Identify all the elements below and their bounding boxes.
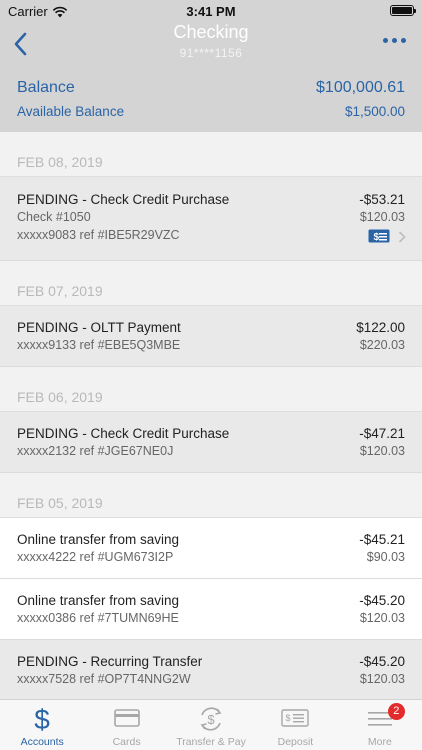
tab-accounts[interactable]: $ Accounts: [0, 700, 84, 750]
svg-text:$: $: [207, 712, 215, 727]
transaction-row[interactable]: Online transfer from saving xxxxx4222 re…: [0, 518, 422, 579]
status-time: 3:41 PM: [186, 4, 236, 19]
transaction-balance: $90.03: [366, 550, 405, 564]
balance-row: Balance $100,000.61: [17, 79, 405, 97]
tab-label: Accounts: [20, 736, 64, 748]
tab-more[interactable]: 2 More: [338, 700, 422, 750]
transaction-name: PENDING - Check Credit Purchase: [17, 192, 230, 207]
chevron-right-icon: [398, 231, 406, 243]
available-balance-value: $1,500.00: [344, 104, 405, 119]
svg-text:$: $: [34, 704, 50, 734]
card-icon: [113, 709, 140, 727]
transaction-ref: xxxxx2132 ref #JGE67NE0J: [17, 444, 174, 458]
transaction-amount: -$47.21: [359, 426, 405, 441]
date-header: FEB 07, 2019: [0, 261, 422, 306]
available-balance-label: Available Balance: [17, 104, 125, 119]
transaction-name: Online transfer from saving: [17, 593, 180, 608]
transaction-name: PENDING - Recurring Transfer: [17, 654, 203, 669]
check-deposit-icon: $: [281, 709, 310, 727]
page-title: Checking: [173, 22, 249, 42]
transaction-balance: $120.03: [359, 672, 405, 686]
transaction-balance: $220.03: [359, 338, 405, 352]
transaction-amount: -$45.20: [359, 593, 405, 608]
tab-deposit[interactable]: $ Deposit: [253, 700, 337, 750]
svg-text:$: $: [286, 713, 291, 723]
notification-badge: 2: [387, 703, 405, 720]
tab-cards[interactable]: Cards: [84, 700, 168, 750]
transaction-ref: xxxxx4222 ref #UGM673I2P: [17, 550, 174, 564]
transaction-row[interactable]: Online transfer from saving xxxxx0386 re…: [0, 579, 422, 640]
transaction-amount: $122.00: [356, 320, 405, 335]
transaction-list[interactable]: FEB 08, 2019 PENDING - Check Credit Purc…: [0, 132, 422, 699]
transaction-balance: $120.03: [359, 611, 405, 625]
transaction-name: PENDING - OLTT Payment: [17, 320, 181, 335]
account-number: 91****1156: [179, 46, 243, 60]
tab-label: More: [367, 736, 392, 748]
transaction-amount: -$45.21: [359, 532, 405, 547]
transaction-balance: $120.03: [359, 210, 405, 224]
battery-icon: [390, 5, 416, 16]
transaction-balance: $120.03: [359, 444, 405, 458]
date-header: FEB 05, 2019: [0, 473, 422, 518]
transaction-ref: xxxxx7528 ref #OP7T4NNG2W: [17, 672, 191, 686]
transfer-icon: $: [200, 707, 222, 731]
header: Carrier 3:41 PM Checking 91****1156 Bala…: [0, 0, 422, 132]
tab-label: Transfer & Pay: [176, 736, 246, 748]
tab-label: Cards: [112, 736, 141, 748]
tab-transfer-pay[interactable]: $ Transfer & Pay: [169, 700, 253, 750]
transaction-amount: -$45.20: [359, 654, 405, 669]
transaction-ref: xxxxx9133 ref #EBE5Q3MBE: [17, 338, 181, 352]
tab-bar: $ Accounts Cards $ Transfer & Pay $ Depo…: [0, 699, 422, 750]
transaction-name: Online transfer from saving: [17, 532, 180, 547]
nav-bar: Checking 91****1156: [0, 22, 422, 70]
tab-label: Deposit: [277, 736, 314, 748]
check-image-icon[interactable]: $: [368, 229, 390, 243]
balance-label: Balance: [17, 79, 75, 96]
transaction-ref: xxxxx0386 ref #7TUMN69HE: [17, 611, 179, 625]
transaction-row[interactable]: PENDING - Check Credit Purchase xxxxx213…: [0, 412, 422, 473]
transaction-check-number: Check #1050: [17, 210, 91, 224]
svg-text:$: $: [374, 232, 380, 243]
transaction-ref: xxxxx9083 ref #IBE5R29VZC: [17, 228, 180, 242]
transaction-row[interactable]: PENDING - Recurring Transfer xxxxx7528 r…: [0, 640, 422, 699]
available-balance-row: Available Balance $1,500.00: [17, 104, 405, 119]
transaction-row[interactable]: PENDING - OLTT Payment xxxxx9133 ref #EB…: [0, 306, 422, 367]
more-options-icon[interactable]: [383, 38, 406, 43]
date-header: FEB 08, 2019: [0, 132, 422, 177]
transaction-amount: -$53.21: [359, 192, 405, 207]
date-header: FEB 06, 2019: [0, 367, 422, 412]
status-bar: Carrier 3:41 PM: [0, 0, 422, 22]
balance-value: $100,000.61: [316, 79, 405, 96]
dollar-icon: $: [34, 704, 50, 734]
transaction-name: PENDING - Check Credit Purchase: [17, 426, 230, 441]
transaction-row[interactable]: PENDING - Check Credit Purchase Check #1…: [0, 177, 422, 261]
